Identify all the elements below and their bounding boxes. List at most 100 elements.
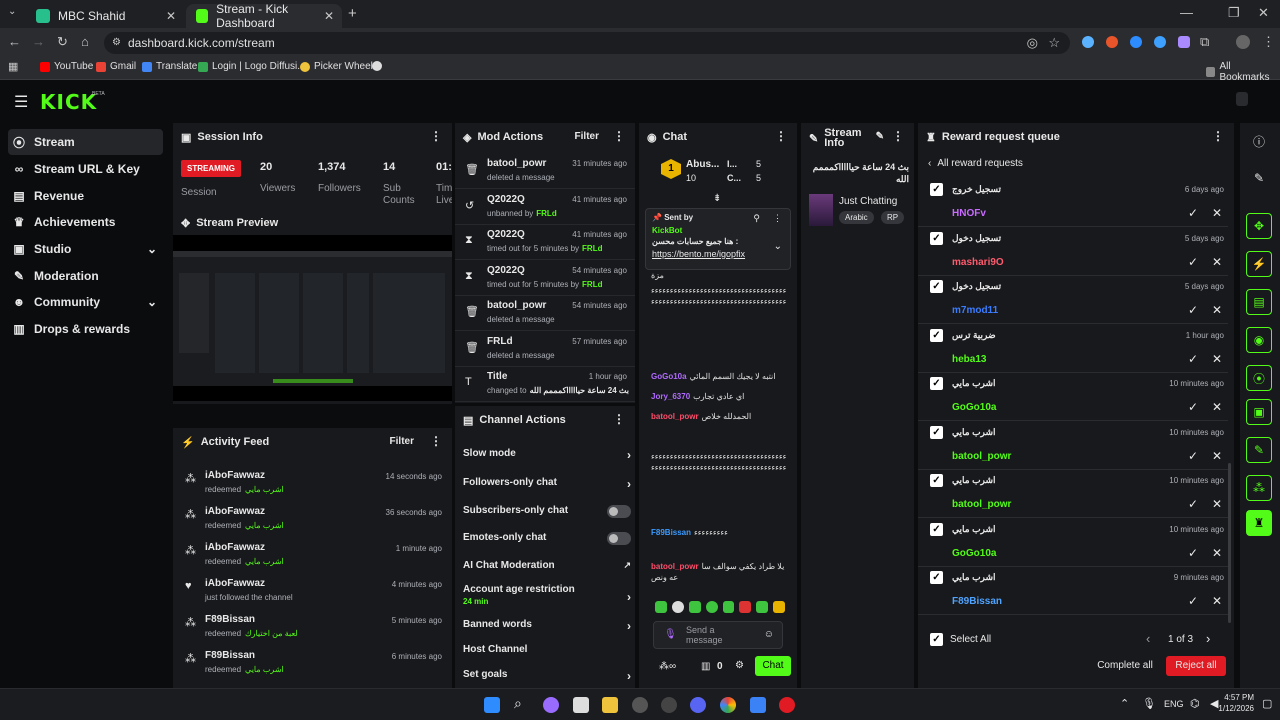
menu-dots-icon[interactable]: ⋮ [430,129,442,143]
approve-check-icon[interactable]: ✓ [1188,352,1198,366]
hamburger-menu-icon[interactable]: ☰ [14,92,28,112]
bookmark-logo-diffusion[interactable]: Login | Logo Diffusi... [198,61,306,72]
reject-close-icon[interactable]: ✕ [1212,206,1222,220]
reward-checkbox[interactable]: ✓ [930,183,943,196]
url-input[interactable]: ⚙ dashboard.kick.com/stream ◎ ☆ [104,32,1070,54]
reward-user[interactable]: HNOFv [952,208,986,219]
extension-icon[interactable] [1178,36,1190,48]
scroll-down-icon[interactable]: ⇟ [713,193,721,204]
chat-username[interactable]: batool_powr [651,562,699,571]
youtube-app-icon[interactable] [779,697,795,713]
reward-checkbox[interactable]: ✓ [930,425,943,439]
reward-user[interactable]: mashari9O [952,257,1004,268]
pinned-link[interactable]: https://bento.me/igopfix [652,249,745,259]
copilot-icon[interactable] [543,697,559,713]
sidebar-item-stream-url-key[interactable]: ∞ Stream URL & Key [8,156,163,182]
mod-filter-button[interactable]: Filter [575,131,599,142]
reject-close-icon[interactable]: ✕ [1212,449,1222,463]
reject-all-button[interactable]: Reject all [1166,656,1226,676]
microphone-icon[interactable]: 🎙 [1142,697,1156,710]
clock-date[interactable]: 1/12/2026 [1214,704,1254,713]
send-chat-button[interactable]: Chat [755,656,791,676]
subscribers-only-toggle[interactable] [607,505,631,518]
extension-icon[interactable] [1154,36,1166,48]
approve-check-icon[interactable]: ✓ [1188,400,1198,414]
close-icon[interactable]: ✕ [166,9,176,23]
extension-icon[interactable] [1082,36,1094,48]
sidebar-item-stream[interactable]: ⦿ Stream [8,129,163,155]
document-tool-icon[interactable]: ▤ [1246,289,1272,315]
back-icon[interactable]: ← [8,34,21,49]
reward-user[interactable]: batool_powr [952,451,1011,462]
reward-checkbox[interactable]: ✓ [930,571,943,584]
next-page-icon[interactable]: › [1206,631,1210,646]
activity-tool-icon[interactable]: ⚡ [1246,251,1272,277]
language-indicator[interactable]: ENG [1164,699,1184,709]
menu-dots-icon[interactable]: ⋮ [613,129,625,143]
menu-dots-icon[interactable]: ⋮ [892,129,904,143]
menu-dots-icon[interactable]: ⋮ [773,213,782,224]
minimize-icon[interactable]: — [1180,5,1193,20]
layout-tool-icon[interactable]: ▣ [1246,399,1272,425]
chat-username[interactable]: GoGo10a [651,372,687,381]
clock-time[interactable]: 4:57 PM [1224,693,1254,702]
menu-dots-icon[interactable]: ⋮ [1262,34,1275,50]
emote-icon[interactable] [705,601,718,613]
rewards-tool-icon[interactable]: ♜ [1246,510,1272,536]
reject-close-icon[interactable]: ✕ [1212,497,1222,511]
close-window-icon[interactable]: ✕ [1258,5,1269,21]
info-icon[interactable]: ⓘ [1246,128,1272,154]
approve-check-icon[interactable]: ✓ [1188,206,1198,220]
select-all-checkbox[interactable]: ✓ [930,633,943,646]
emoji-icon[interactable]: ☺ [764,629,774,640]
account-age-row[interactable]: Account age restriction › 24 min [463,584,631,606]
profile-avatar[interactable] [1236,35,1250,49]
bookmark-youtube[interactable]: YouTube [40,61,93,72]
approve-check-icon[interactable]: ✓ [1188,449,1198,463]
reward-checkbox[interactable]: ✓ [930,377,943,390]
microphone-icon[interactable]: 🎙 [664,629,677,640]
set-goals-row[interactable]: Set goals › [463,669,631,683]
user-icon[interactable] [1236,92,1248,106]
menu-dots-icon[interactable]: ⋮ [430,434,442,448]
bookmark-star-icon[interactable]: ☆ [1048,32,1060,54]
kick-logo[interactable]: KICK [40,90,97,114]
home-icon[interactable]: ⌂ [81,34,89,49]
notification-icon[interactable]: ▢ [1262,697,1272,710]
tab-kick-dashboard[interactable]: Stream - Kick Dashboard ✕ [186,2,342,30]
prev-page-icon[interactable]: ‹ [1146,631,1150,646]
maximize-icon[interactable]: ❐ [1228,5,1240,21]
obs-icon[interactable] [661,697,677,713]
emote-icon[interactable] [722,601,735,613]
forward-icon[interactable]: → [32,34,45,49]
network-icon[interactable]: ⌬ [1190,697,1200,710]
reward-user[interactable]: m7mod11 [952,305,998,316]
emote-icon[interactable] [773,601,785,613]
extension-icon[interactable] [1130,36,1142,48]
sidebar-item-moderation[interactable]: ✎ Moderation [8,263,163,289]
bookmark-gmail[interactable]: Gmail [96,61,136,72]
apps-grid-icon[interactable]: ▦ [8,60,18,73]
reward-user[interactable]: GoGo10a [952,548,996,559]
menu-dots-icon[interactable]: ⋮ [775,129,787,143]
chat-username[interactable]: F89Bissan [651,528,691,537]
reward-checkbox[interactable]: ✓ [930,474,943,487]
ai-moderation-row[interactable]: AI Chat Moderation ↗ [463,560,631,571]
reward-checkbox[interactable]: ✓ [930,280,943,293]
edit-pencil-icon[interactable]: ✎ [876,131,884,142]
reject-close-icon[interactable]: ✕ [1212,303,1222,317]
reject-close-icon[interactable]: ✕ [1212,352,1222,366]
search-icon[interactable]: ⌕ [514,695,522,712]
sidebar-item-studio[interactable]: ▣ Studio ⌄ [8,236,163,262]
bookmark-translate[interactable]: Translate [142,61,197,72]
chat-tool-icon[interactable]: ◉ [1246,327,1272,353]
emote-icon[interactable] [739,601,752,613]
followers-only-row[interactable]: Followers-only chat › [463,477,631,491]
approve-check-icon[interactable]: ✓ [1188,497,1198,511]
sidebar-item-drops-rewards[interactable]: ▥ Drops & rewards [8,316,163,342]
extensions-puzzle-icon[interactable]: ⧉ [1200,34,1209,50]
pin-toggle-icon[interactable]: ⚲ [753,213,760,224]
reload-icon[interactable]: ↻ [57,34,68,50]
approve-check-icon[interactable]: ✓ [1188,546,1198,560]
approve-check-icon[interactable]: ✓ [1188,594,1198,608]
